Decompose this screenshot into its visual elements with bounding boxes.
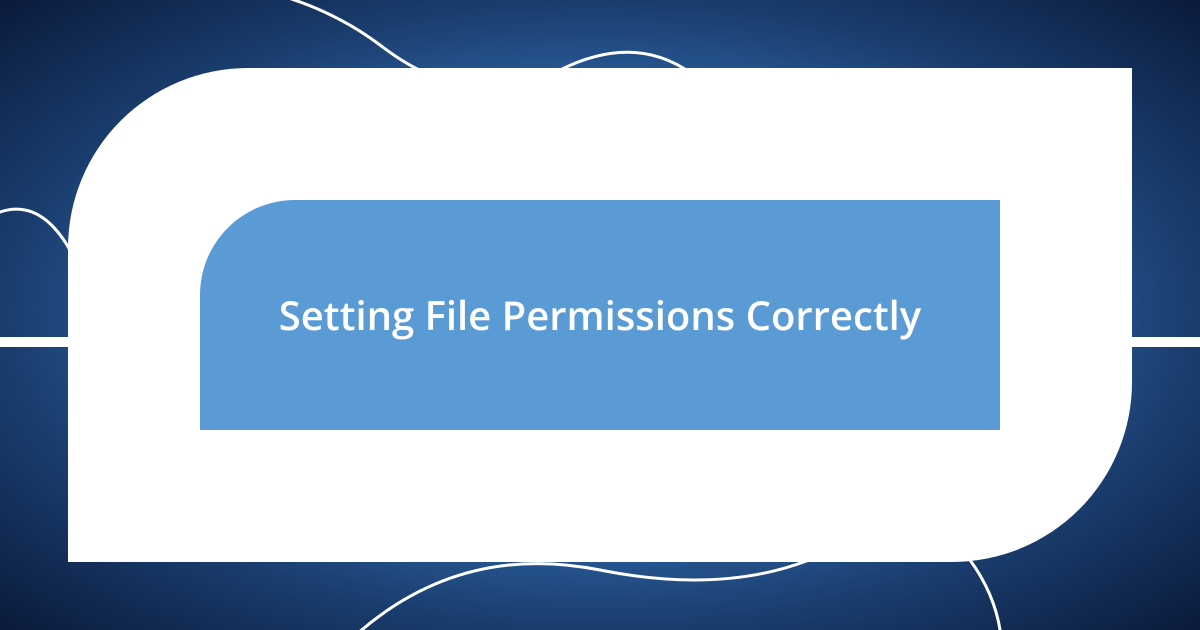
page-title: Setting File Permissions Correctly bbox=[219, 289, 981, 341]
inner-card: Setting File Permissions Correctly bbox=[200, 200, 1000, 430]
